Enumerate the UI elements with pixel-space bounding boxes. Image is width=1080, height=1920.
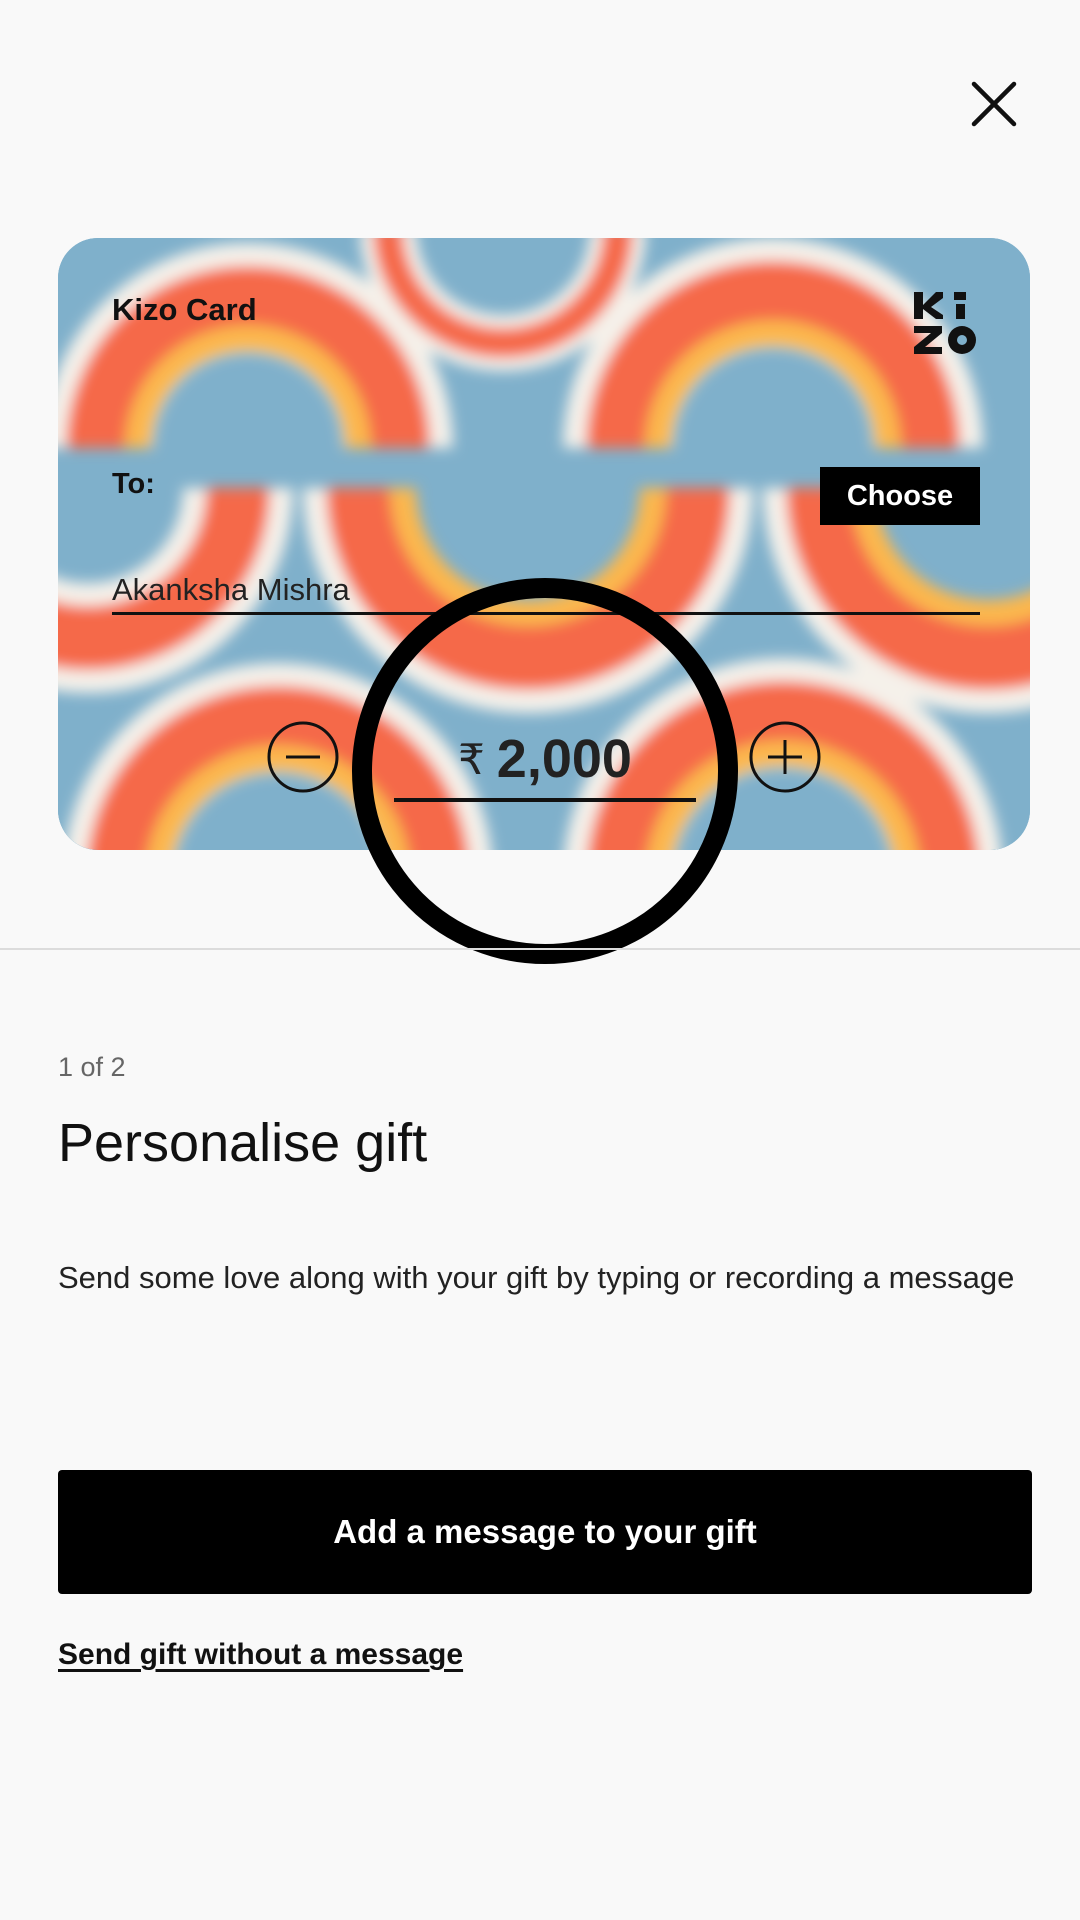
- step-description: Send some love along with your gift by t…: [58, 1260, 1015, 1295]
- step-indicator: 1 of 2: [58, 1052, 126, 1082]
- to-label: To:: [112, 468, 155, 500]
- currency-symbol: ₹: [458, 735, 485, 783]
- add-message-button[interactable]: Add a message to your gift: [58, 1470, 1032, 1594]
- close-button[interactable]: [966, 76, 1022, 132]
- recipient-name-value: Akanksha Mishra: [112, 572, 350, 607]
- plus-circle-icon: [749, 721, 821, 793]
- gift-card: Kizo Card To: Choose Akanksha Mishra ₹ 2…: [58, 238, 1030, 850]
- increase-amount-button[interactable]: [748, 720, 822, 794]
- send-without-message-link[interactable]: Send gift without a message: [58, 1638, 463, 1672]
- choose-recipient-button[interactable]: Choose: [820, 467, 980, 525]
- amount-value: 2,000: [496, 729, 632, 789]
- card-title: Kizo Card: [112, 292, 257, 327]
- page-title: Personalise gift: [58, 1113, 428, 1173]
- minus-circle-icon: [267, 721, 339, 793]
- amount-field[interactable]: ₹ 2,000: [394, 720, 696, 802]
- gift-personalise-screen: Kizo Card To: Choose Akanksha Mishra ₹ 2…: [0, 0, 1080, 1920]
- recipient-name-field[interactable]: Akanksha Mishra: [112, 568, 980, 615]
- close-icon: [971, 81, 1017, 127]
- kizo-logo-icon: [912, 290, 978, 356]
- decrease-amount-button[interactable]: [266, 720, 340, 794]
- section-divider: [0, 948, 1080, 950]
